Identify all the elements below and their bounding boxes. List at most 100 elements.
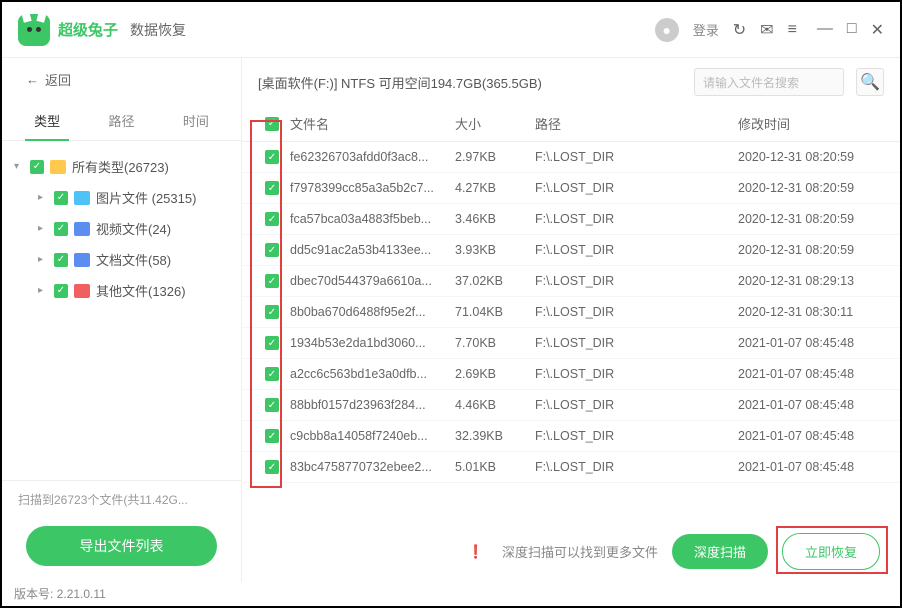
table-row[interactable]: ✓dd5c91ac2a53b4133ee...3.93KBF:\.LOST_DI… — [242, 235, 900, 266]
rabbit-icon — [18, 14, 50, 46]
cell-time: 2020-12-31 08:20:59 — [738, 212, 888, 226]
col-filename[interactable]: 文件名 — [290, 114, 455, 133]
tree-item[interactable]: ▸ ✓ 视频文件(24) — [2, 213, 241, 244]
cell-filename: 88bbf0157d23963f284... — [290, 398, 455, 412]
refresh-icon[interactable]: ↻ — [733, 20, 746, 40]
search-icon: 🔍 — [860, 72, 880, 92]
table-row[interactable]: ✓ 88bbf0157d23963f284...4.46KBF:\.LOST_DI… — [242, 390, 900, 421]
cell-time: 2020-12-31 08:20:59 — [738, 181, 888, 195]
cell-path: F:\.LOST_DIR — [535, 150, 738, 164]
tab-time[interactable]: 时间 — [159, 101, 233, 140]
file-type-tree: ▾✓所有类型(26723)▸✓图片文件 (25315)▸✓视频文件(24)▸✓文… — [2, 141, 241, 480]
table-row[interactable]: ✓8b0ba670d6488f95e2f...71.04KBF:\.LOST_D… — [242, 297, 900, 328]
tree-item[interactable]: ▾ ✓ 所有类型(26723) — [2, 151, 241, 182]
folder-icon — [74, 222, 90, 236]
row-checkbox[interactable]: ✓ — [265, 243, 279, 257]
login-button[interactable]: 登录 — [693, 20, 719, 39]
export-list-button[interactable]: 导出文件列表 — [26, 526, 217, 566]
feedback-icon[interactable]: ✉ — [760, 20, 773, 40]
cell-path: F:\.LOST_DIR — [535, 305, 738, 319]
table-row[interactable]: ✓83bc4758770732ebee2...5.01KBF:\.LOST_DI… — [242, 452, 900, 483]
row-checkbox[interactable]: ✓ — [265, 398, 279, 412]
checkbox[interactable]: ✓ — [54, 253, 68, 267]
cell-size: 32.39KB — [455, 429, 535, 443]
tree-item[interactable]: ▸ ✓ 其他文件(1326) — [2, 275, 241, 306]
row-checkbox[interactable]: ✓ — [265, 212, 279, 226]
col-time[interactable]: 修改时间 — [738, 114, 888, 133]
version-label: 版本号: 2.21.0.11 — [14, 585, 106, 602]
folder-icon — [74, 191, 90, 205]
tree-item-label: 其他文件(1326) — [96, 281, 186, 300]
cell-path: F:\.LOST_DIR — [535, 398, 738, 412]
caret-icon: ▸ — [38, 192, 48, 203]
search-input[interactable]: 请输入文件名搜索 — [694, 68, 844, 96]
col-size[interactable]: 大小 — [455, 114, 535, 133]
cell-path: F:\.LOST_DIR — [535, 336, 738, 350]
tree-item[interactable]: ▸✓图片文件 (25315) — [2, 182, 241, 213]
cell-size: 4.46KB — [455, 398, 535, 412]
info-icon: ❗ — [468, 544, 484, 560]
avatar-icon[interactable]: ● — [655, 18, 679, 42]
row-checkbox[interactable]: ✓ — [265, 460, 279, 474]
cell-time: 2021-01-07 08:45:48 — [738, 398, 888, 412]
deep-scan-hint: 深度扫描可以找到更多文件 — [502, 542, 658, 561]
col-path[interactable]: 路径 — [535, 114, 738, 133]
cell-filename: f7978399cc85a3a5b2c7... — [290, 181, 455, 195]
cell-time: 2021-01-07 08:45:48 — [738, 367, 888, 381]
back-button[interactable]: ← 返回 — [2, 58, 241, 101]
table-row[interactable]: ✓fca57bca03a4883f5beb...3.46KBF:\.LOST_D… — [242, 204, 900, 235]
tab-path[interactable]: 路径 — [84, 101, 158, 140]
cell-time: 2020-12-31 08:30:11 — [738, 305, 888, 319]
cell-size: 3.46KB — [455, 212, 535, 226]
row-checkbox[interactable]: ✓ — [265, 429, 279, 443]
scan-info: 扫描到26723个文件(共11.42G... — [2, 480, 241, 518]
checkbox[interactable]: ✓ — [30, 160, 44, 174]
tree-item[interactable]: ▸ ✓ 文档文件(58) — [2, 244, 241, 275]
row-checkbox[interactable]: ✓ — [265, 150, 279, 164]
cell-time: 2021-01-07 08:45:48 — [738, 336, 888, 350]
table-row[interactable]: ✓fe62326703afdd0f3ac8...2.97KBF:\.LOST_D… — [242, 142, 900, 173]
file-table: ✓fe62326703afdd0f3ac8...2.97KBF:\.LOST_D… — [242, 142, 900, 521]
minimize-button[interactable]: — — [817, 20, 833, 40]
caret-icon: ▸ — [38, 285, 48, 296]
row-checkbox[interactable]: ✓ — [265, 367, 279, 381]
caret-icon: ▸ — [38, 223, 48, 234]
cell-filename: dbec70d544379a6610a... — [290, 274, 455, 288]
maximize-button[interactable]: □ — [847, 20, 857, 40]
menu-icon[interactable]: ≡ — [788, 21, 797, 39]
tree-item-label: 视频文件(24) — [96, 219, 171, 238]
row-checkbox[interactable]: ✓ — [265, 181, 279, 195]
close-button[interactable]: ✕ — [871, 20, 884, 40]
search-button[interactable]: 🔍 — [856, 68, 884, 96]
deep-scan-button[interactable]: 深度扫描 — [672, 534, 768, 569]
app-subtitle: 数据恢复 — [130, 20, 186, 40]
caret-icon: ▾ — [14, 161, 24, 172]
table-row[interactable]: ✓a2cc6c563bd1e3a0dfb...2.69KBF:\.LOST_DI… — [242, 359, 900, 390]
tree-item-label: 文档文件(58) — [96, 250, 171, 269]
tree-item-label: 所有类型(26723) — [72, 157, 169, 176]
row-checkbox[interactable]: ✓ — [265, 274, 279, 288]
table-row[interactable]: ✓1934b53e2da1bd3060...7.70KBF:\.LOST_DIR… — [242, 328, 900, 359]
app-title: 超级兔子 — [58, 19, 118, 40]
cell-path: F:\.LOST_DIR — [535, 243, 738, 257]
cell-size: 2.69KB — [455, 367, 535, 381]
table-row[interactable]: ✓f7978399cc85a3a5b2c7...4.27KBF:\.LOST_D… — [242, 173, 900, 204]
cell-filename: a2cc6c563bd1e3a0dfb... — [290, 367, 455, 381]
cell-size: 7.70KB — [455, 336, 535, 350]
checkbox[interactable]: ✓ — [54, 222, 68, 236]
checkbox[interactable]: ✓ — [54, 191, 68, 205]
cell-time: 2020-12-31 08:20:59 — [738, 150, 888, 164]
sidebar: ← 返回 类型 路径 时间 ▾✓所有类型(26723)▸✓图片文件 (25315… — [2, 58, 242, 582]
drive-path-label: [桌面软件(F:)] NTFS 可用空间194.7GB(365.5GB) — [258, 73, 682, 92]
checkbox[interactable]: ✓ — [54, 284, 68, 298]
sidebar-tabs: 类型 路径 时间 — [2, 101, 241, 141]
select-all-checkbox[interactable]: ✓ — [265, 117, 279, 131]
folder-icon — [74, 253, 90, 267]
row-checkbox[interactable]: ✓ — [265, 305, 279, 319]
caret-icon: ▸ — [38, 254, 48, 265]
table-row[interactable]: ✓dbec70d544379a6610a...37.02KBF:\.LOST_D… — [242, 266, 900, 297]
table-row[interactable]: ✓c9cbb8a14058f7240eb...32.39KBF:\.LOST_D… — [242, 421, 900, 452]
row-checkbox[interactable]: ✓ — [265, 336, 279, 350]
tab-type[interactable]: 类型 — [10, 101, 84, 140]
recover-button[interactable]: 立即恢复 — [782, 533, 880, 570]
